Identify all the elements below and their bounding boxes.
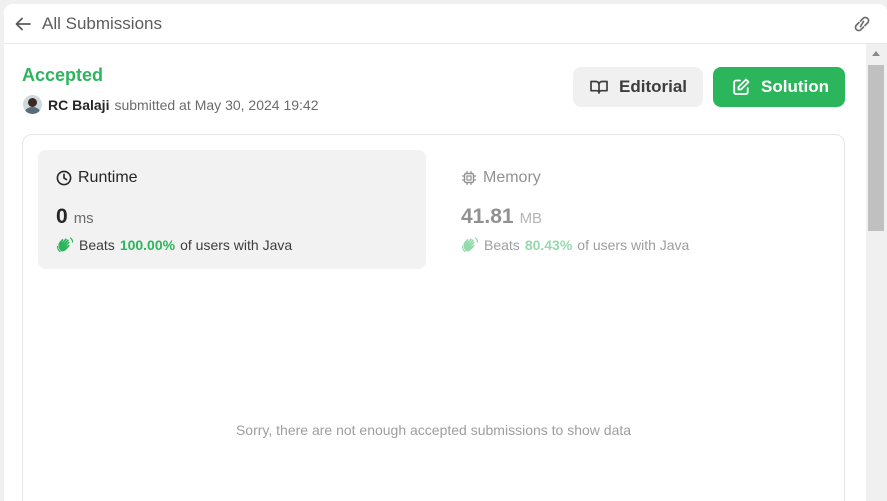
topbar: All Submissions: [4, 4, 887, 44]
runtime-beats-percent: 100.00%: [119, 237, 176, 253]
memory-panel[interactable]: Memory 41.81 MB Beats 80.43% of users wi…: [443, 150, 831, 269]
memory-beats-suffix: of users with Java: [577, 237, 690, 253]
memory-title: Memory: [461, 169, 541, 187]
scroll-up-arrow-icon[interactable]: [872, 51, 880, 56]
link-icon[interactable]: [851, 14, 873, 34]
runtime-unit: ms: [73, 210, 94, 227]
empty-chart-message: Sorry, there are not enough accepted sub…: [235, 422, 632, 438]
book-open-icon: [589, 77, 609, 97]
runtime-beats: Beats 100.00% of users with Java: [56, 236, 292, 254]
submission-panel: All Submissions Accepted RC Balaji submi…: [4, 4, 887, 501]
avatar[interactable]: [23, 95, 42, 114]
editorial-button[interactable]: Editorial: [573, 67, 703, 107]
submitter-info: RC Balaji submitted at May 30, 2024 19:4…: [23, 95, 319, 114]
memory-beats-label: Beats: [484, 237, 520, 253]
runtime-panel[interactable]: Runtime 0 ms Beats 100.00% of users with…: [38, 150, 426, 269]
memory-beats-percent: 80.43%: [524, 237, 573, 253]
runtime-beats-label: Beats: [79, 237, 115, 253]
memory-beats: Beats 80.43% of users with Java: [461, 236, 689, 254]
chip-icon: [461, 170, 477, 186]
waving-hand-icon: [461, 236, 479, 254]
runtime-beats-suffix: of users with Java: [180, 237, 293, 253]
user-name[interactable]: RC Balaji: [48, 97, 109, 113]
clock-icon: [56, 170, 72, 186]
arrow-left-icon[interactable]: [14, 15, 32, 33]
memory-unit: MB: [519, 210, 543, 227]
runtime-number: 0: [56, 205, 68, 228]
all-submissions-link[interactable]: All Submissions: [42, 14, 162, 34]
memory-number: 41.81: [461, 205, 514, 228]
edit-icon: [731, 77, 751, 97]
memory-value: 41.81 MB: [461, 205, 542, 229]
submission-timestamp: May 30, 2024 19:42: [194, 96, 319, 113]
runtime-title: Runtime: [56, 169, 138, 187]
runtime-label: Runtime: [78, 169, 138, 186]
performance-card: Runtime 0 ms Beats 100.00% of users with…: [22, 134, 845, 501]
runtime-value: 0 ms: [56, 205, 94, 229]
submitted-text: submitted at: [114, 96, 191, 113]
solution-label: Solution: [761, 77, 829, 96]
submission-status: Accepted: [22, 65, 104, 85]
solution-button[interactable]: Solution: [713, 67, 845, 107]
waving-hand-icon: [56, 236, 74, 254]
scrollbar-thumb[interactable]: [868, 65, 884, 231]
memory-label: Memory: [483, 169, 541, 186]
editorial-label: Editorial: [619, 77, 688, 96]
